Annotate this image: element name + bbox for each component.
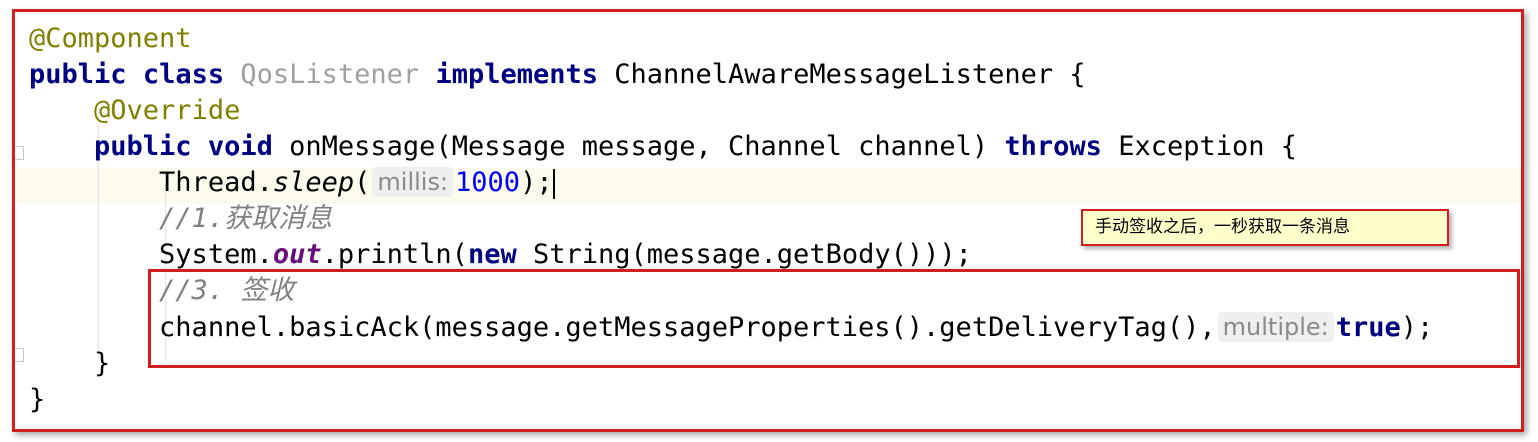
fold-marker-icon[interactable] xyxy=(15,146,24,160)
code-editor[interactable]: @Component public class QosListener impl… xyxy=(15,12,1521,429)
println-call: .println( xyxy=(321,239,468,270)
text-caret xyxy=(552,168,555,199)
number-literal: 1000 xyxy=(455,167,521,198)
comment-get-message: //1.获取消息 xyxy=(159,203,333,234)
keyword-void: void xyxy=(207,131,273,162)
code-line-3: @Override xyxy=(29,93,240,129)
open-paren: ( xyxy=(354,167,371,198)
keyword-new: new xyxy=(467,239,517,270)
method-signature: onMessage(Message message, Channel chann… xyxy=(289,131,989,162)
exception-type: Exception { xyxy=(1118,131,1298,162)
annotation-override: @Override xyxy=(94,95,241,126)
keyword-public: public xyxy=(94,131,192,162)
keyword-class: class xyxy=(142,59,225,90)
keyword-throws: throws xyxy=(1004,131,1102,162)
code-line-4: public void onMessage(Message message, C… xyxy=(29,129,1297,165)
code-line-5: Thread.sleep(millis: 1000); xyxy=(29,165,555,201)
open-brace: { xyxy=(1053,59,1086,90)
method-close-brace: } xyxy=(94,348,111,379)
class-name: QosListener xyxy=(240,59,420,90)
code-line-10: } xyxy=(29,346,110,382)
callout-note: 手动签收之后，一秒获取一条消息 xyxy=(1081,209,1449,246)
code-line-6: //1.获取消息 xyxy=(29,201,332,237)
interface-name: ChannelAwareMessageListener xyxy=(614,59,1054,90)
keyword-implements: implements xyxy=(435,59,598,90)
thread-receiver: Thread. xyxy=(159,167,273,198)
system-prefix: System. xyxy=(159,239,273,270)
param-hint-millis: millis: xyxy=(372,167,454,197)
fold-marker-icon[interactable] xyxy=(15,348,24,362)
code-line-11: } xyxy=(29,382,45,418)
code-line-2: public class QosListener implements Chan… xyxy=(29,57,1086,93)
close-paren: ); xyxy=(520,167,553,198)
annotation-component: @Component xyxy=(29,23,192,54)
out-field: out xyxy=(272,239,322,270)
code-screenshot-frame: @Component public class QosListener impl… xyxy=(12,9,1524,432)
class-close-brace: } xyxy=(29,384,46,415)
sleep-method: sleep xyxy=(272,167,355,198)
code-line-7: System.out.println(new String(message.ge… xyxy=(29,237,972,273)
ack-highlight-box xyxy=(148,269,1520,368)
string-construction: String(message.getBody())); xyxy=(516,239,972,270)
keyword-public: public xyxy=(29,59,127,90)
code-line-1: @Component xyxy=(29,21,192,57)
